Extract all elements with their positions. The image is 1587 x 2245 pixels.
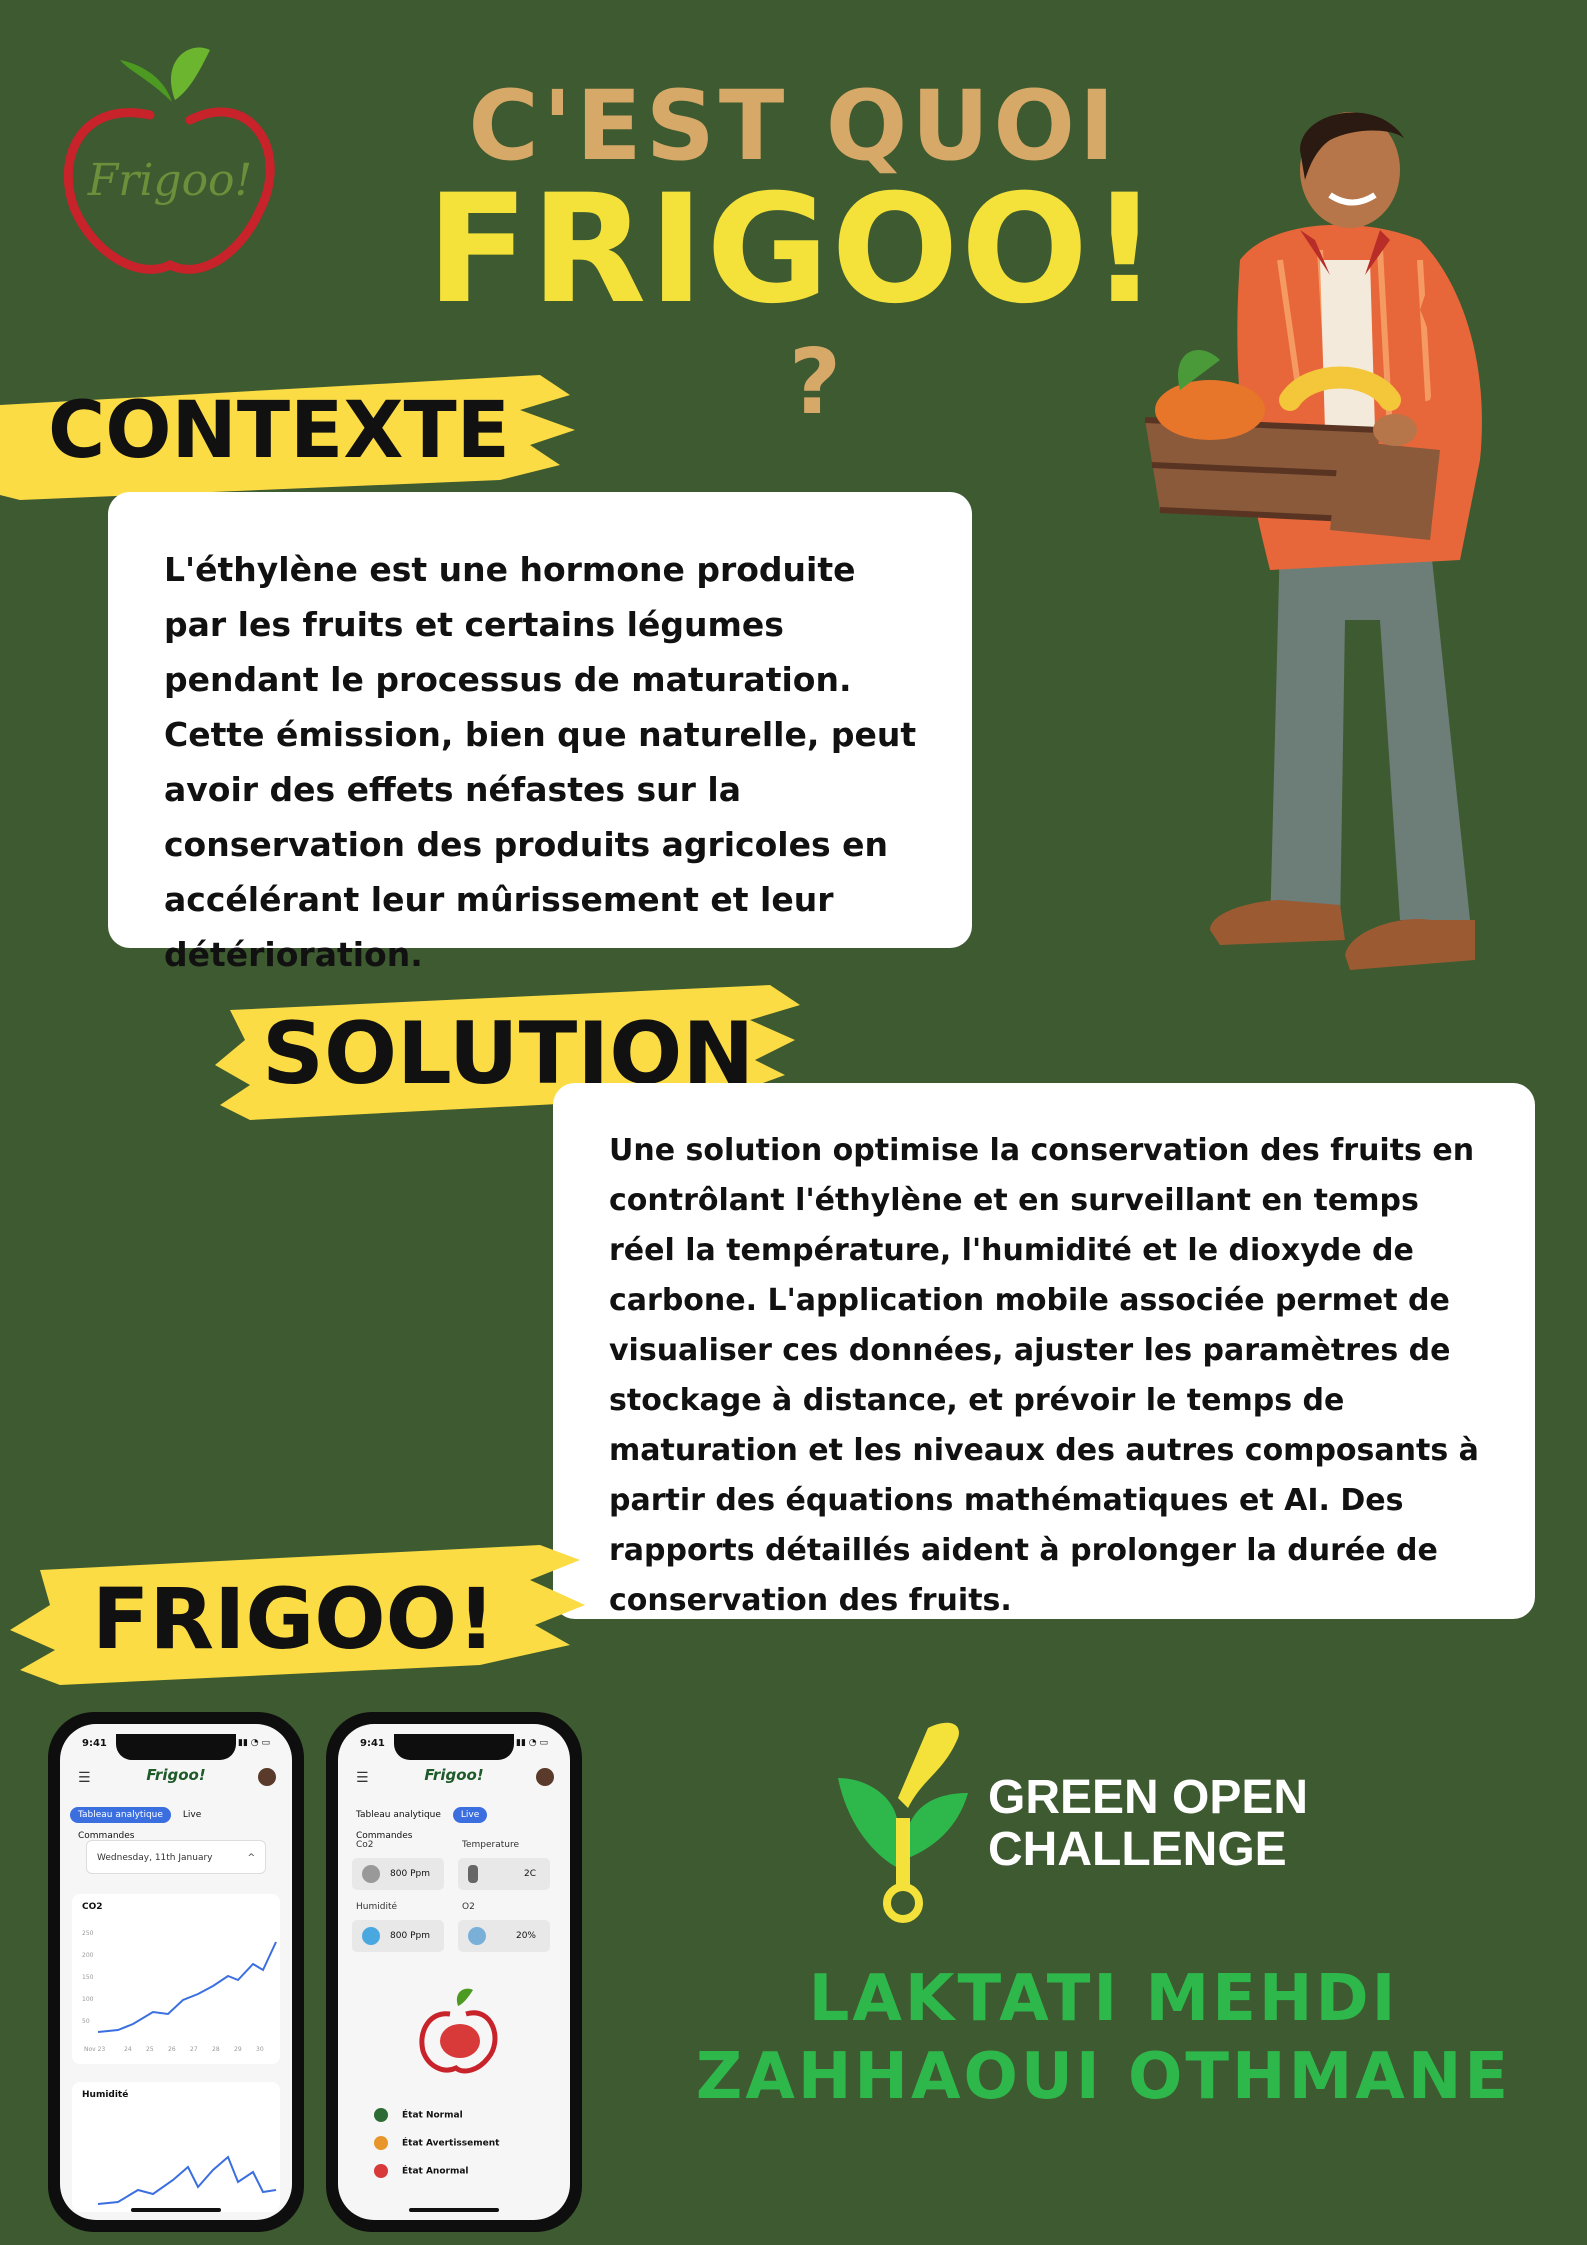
- o2-metric: 20%: [458, 1920, 550, 1952]
- signal-icon: ▮▮ ◔ ▭: [238, 1738, 270, 1748]
- cloud-icon: [468, 1927, 486, 1945]
- farmer-illustration: [1130, 100, 1550, 990]
- menu-icon[interactable]: ☰: [356, 1770, 369, 1786]
- date-value: Wednesday, 11th January: [97, 1853, 213, 1863]
- phone-analytics-screen: 9:41 ▮▮ ◔ ▭ ☰ Frigoo! Tableau analytique…: [60, 1724, 292, 2220]
- tab-analytics[interactable]: Tableau analytique: [70, 1807, 171, 1823]
- legend-warning: État Avertissement: [374, 2136, 499, 2150]
- tab-bar: Tableau analytique LiveCommandes: [348, 1802, 560, 1841]
- contexte-label: CONTEXTE: [48, 386, 510, 476]
- app-logo: Frigoo!: [146, 1766, 206, 1784]
- tab-analytics[interactable]: Tableau analytique: [348, 1807, 449, 1823]
- humidity-chart-title: Humidité: [82, 2090, 129, 2100]
- contexte-text: L'éthylène est une hormone produite par …: [164, 550, 917, 974]
- frigoo-label: FRIGOO!: [92, 1570, 496, 1668]
- signal-icon: ▮▮ ◔ ▭: [516, 1738, 548, 1748]
- avatar[interactable]: [536, 1768, 554, 1786]
- temperature-label: Temperature: [462, 1840, 520, 1850]
- o2-label: O2: [462, 1902, 475, 1912]
- question-mark: ?: [788, 330, 842, 435]
- status-time: 9:41: [82, 1738, 107, 1749]
- green-open-challenge-logo: [838, 1722, 968, 1923]
- droplet-icon: [362, 1927, 380, 1945]
- tab-live[interactable]: Live: [175, 1807, 209, 1823]
- chevron-up-icon: ^: [247, 1853, 255, 1863]
- humidity-label: Humidité: [356, 1902, 398, 1912]
- humidity-metric: 800 Ppm: [352, 1920, 444, 1952]
- co2-metric: 800 Ppm: [352, 1858, 444, 1890]
- solution-text: Une solution optimise la conservation de…: [609, 1133, 1479, 1618]
- contexte-card: L'éthylène est une hormone produite par …: [108, 492, 972, 974]
- green-open-challenge-text: GREEN OPEN CHALLENGE: [988, 1771, 1309, 1876]
- solution-card: Une solution optimise la conservation de…: [553, 1083, 1535, 1619]
- avatar[interactable]: [258, 1768, 276, 1786]
- poster: Frigoo! C'EST QUOI FRIGOO! ? CONTEXTE L'…: [0, 0, 1587, 2245]
- tab-live[interactable]: Live: [452, 1807, 488, 1823]
- legend-abnormal: État Anormal: [374, 2164, 469, 2178]
- phone-analytics: 9:41 ▮▮ ◔ ▭ ☰ Frigoo! Tableau analytique…: [48, 1712, 304, 2232]
- tab-bar: Tableau analytique LiveCommandes: [70, 1802, 282, 1841]
- co2-chart-title: CO2: [82, 1902, 103, 1912]
- co2-label: Co2: [356, 1840, 374, 1850]
- humidity-chart: Humidité: [72, 2082, 280, 2212]
- co2-icon: [362, 1865, 380, 1883]
- team-member-2: ZAHHAOUI OTHMANE: [695, 2040, 1512, 2114]
- team-member-1: LAKTATI MEHDI: [808, 1962, 1399, 2036]
- thermometer-icon: [468, 1865, 478, 1883]
- menu-icon[interactable]: ☰: [78, 1770, 91, 1786]
- date-picker[interactable]: Wednesday, 11th January ^: [86, 1840, 266, 1874]
- app-logo: Frigoo!: [424, 1766, 484, 1784]
- co2-chart: CO2 250 200 150 100 50 Nov 23 24 25 26 2…: [72, 1894, 280, 2064]
- temperature-metric: 2C: [458, 1858, 550, 1890]
- status-time: 9:41: [360, 1738, 385, 1749]
